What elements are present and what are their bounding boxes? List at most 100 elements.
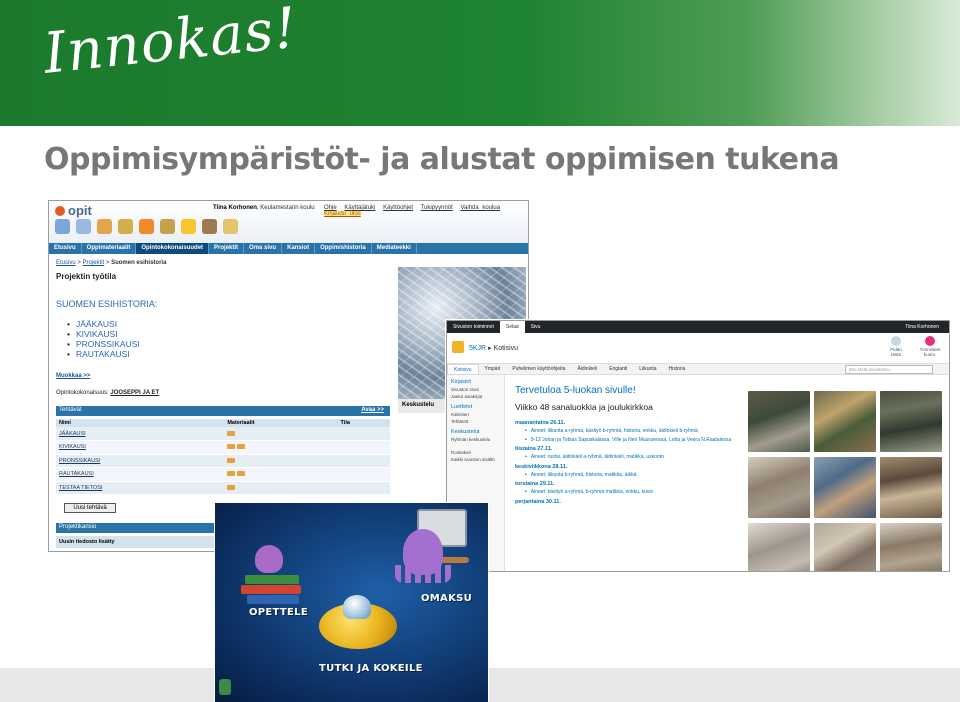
star-icon[interactable] [181,219,196,234]
sp-nav-item[interactable]: Englanti [603,366,633,372]
class-photo[interactable] [748,457,810,518]
opit-link-requests[interactable]: Tukipyynnöt [421,205,453,211]
class-photo[interactable] [748,523,810,571]
sp-tags-button[interactable]: Tunnisteet huom. [919,336,941,357]
table-row[interactable]: JÄÄKAUSI [56,427,390,441]
sp-nav-item[interactable]: Äidinkieli [571,366,603,372]
opit-tab-folders[interactable]: Kansiot [282,243,316,254]
tasks-table: Nimi Materiaalit Tila JÄÄKAUSI KIVIKAUSI P… [56,419,390,495]
tasks-open-link[interactable]: Avaa >> [361,407,384,413]
schedule-item: Aineet: liikunta a-ryhmä, käsityö b-ryhm… [525,428,740,435]
opit-tab-own-page[interactable]: Oma sivu [244,243,283,254]
notes-icon[interactable] [97,219,112,234]
class-photo[interactable] [814,457,876,518]
sp-nav-home[interactable]: Kotisivu [447,363,479,375]
sp-nav-item[interactable]: Puhelimen käyttöohjeita [506,366,571,372]
tools-icon[interactable] [160,219,175,234]
material-icon [227,471,236,477]
list-item[interactable]: JÄÄKAUSI [67,319,140,329]
quick-launch-heading[interactable]: Luettelot [447,400,504,411]
week-schedule: maanantaina 26.11. Aineet: liikunta a-ry… [515,417,740,507]
site-logo-icon [452,341,464,353]
table-row[interactable]: KIVIKAUSI [56,440,390,455]
opit-tab-media[interactable]: Mediateekki [372,243,417,254]
opit-side-panel[interactable]: Keskustelu [398,399,448,413]
breadcrumb-projects[interactable]: Projektit [83,260,105,266]
class-photo[interactable] [814,391,876,452]
class-photo[interactable] [814,523,876,571]
sp-tab-browse[interactable]: Selaa [499,321,525,333]
search-input[interactable]: Etsi tästä sivustosta... [845,365,933,374]
class-photo[interactable] [880,457,942,518]
adopt-option[interactable]: OMAKSU [421,593,472,604]
table-row[interactable]: PRONSSIKAUSI [56,454,390,468]
sp-ribbon: Sivuston toiminnot Selaa Sivu Tiina Korh… [447,321,949,333]
week-title: Viikko 48 sanaluokkia ja joulukirkkoa [515,402,653,412]
quick-launch-item[interactable]: Kalenteri [447,411,504,418]
opit-tab-projects[interactable]: Projektit [209,243,245,254]
tag-icon [925,336,935,346]
sp-nav-item[interactable]: Historia [663,366,692,372]
quick-launch-item[interactable]: Jaetut asiakirjat [447,393,504,400]
list-item[interactable]: KIVIKAUSI [67,329,140,339]
edit-link[interactable]: Muokkaa >> [56,373,90,379]
quick-launch-item[interactable]: Ryhmän keskustelu [447,436,504,443]
all-content-link[interactable]: Kaikki sivuston sisältö [447,456,504,463]
opit-tab-materials[interactable]: Oppimateriaalit [82,243,137,254]
quick-launch-item[interactable]: Tehtävät [447,418,504,425]
slide-title: Oppimisympäristöt- ja alustat oppimisen … [44,142,840,177]
opit-tab-courses[interactable]: Opintokokonaisuudet [136,243,210,254]
quick-launch-heading[interactable]: Kirjastot [447,375,504,386]
sp-tab-page[interactable]: Sivu [525,324,547,330]
sp-nav-item[interactable]: Liikunta [633,366,662,372]
sp-header: 5KJR ▸ Kotisivu Pidän tästä Tunnisteet h… [447,333,949,361]
class-photo[interactable] [880,523,942,571]
mail-icon[interactable] [55,219,70,234]
folder-icon[interactable] [202,219,217,234]
brand-logo: Innokas! [40,0,301,87]
opit-nav: Etusivu Oppimateriaalit Opintokokonaisuu… [49,243,528,254]
palette-icon[interactable] [139,219,154,234]
sp-user-menu[interactable]: Tiina Korhonen [899,324,949,330]
quick-launch-item[interactable]: Sivuston sivut [447,386,504,393]
sp-site-title: 5KJR ▸ Kotisivu [469,345,519,352]
table-row[interactable]: TESTAA TIETOSI [56,481,390,495]
sp-like-button[interactable]: Pidän tästä [885,336,907,357]
quick-launch-heading[interactable]: Keskustelut [447,425,504,436]
opit-tab-history[interactable]: Oppimishistoria [315,243,372,254]
opit-page-heading: Projektin työtila [56,272,117,281]
recycle-bin-link[interactable]: Roskakori [447,449,504,456]
opit-tab-home[interactable]: Etusivu [49,243,82,254]
opit-link-change-school[interactable]: Vaihda koulua [460,205,500,211]
breadcrumb: Etusivu > Projektit > Suomen esihistoria [56,260,167,266]
class-photo[interactable] [880,391,942,452]
learn-option[interactable]: OPETTELE [249,607,308,618]
class-photo[interactable] [748,391,810,452]
sp-nav-item[interactable]: Ympäri [479,366,507,372]
tasks-header: Tehtävät Avaa >> [56,406,390,416]
opit-user-info: Tiina Korhonen, Keulamestarin koulu [213,205,315,211]
opit-link-guide[interactable]: Käyttöohjet [383,205,413,211]
message-icon[interactable] [76,219,91,234]
new-task-button[interactable]: Uusi tehtävä [64,503,116,513]
sp-site-actions[interactable]: Sivuston toiminnot [447,324,500,330]
octopus-icon[interactable] [395,529,451,583]
opit-logo: opit [55,203,92,218]
scroll-handle[interactable] [219,679,231,695]
material-icon [227,457,236,463]
small-octopus-icon [255,545,283,573]
explore-option[interactable]: TUTKI JA KOKEILE [319,663,423,674]
list-item[interactable]: RAUTAKAUSI [67,349,140,359]
registered-icon[interactable] [223,219,238,234]
opit-toolbar [55,219,238,234]
opit-top-bar: opit Tiina Korhonen, Keulamestarin koulu… [49,201,528,243]
opit-link-logout[interactable]: Kirjaudu ulos [324,211,361,217]
material-icon [227,430,236,436]
photo-gallery [748,391,942,571]
table-row[interactable]: RAUTAKAUSI [56,467,390,482]
schedule-day: maanantaina 26.11. [515,420,566,426]
book-icon[interactable] [118,219,133,234]
schedule-item: Aineet: käsityö a-ryhmä, b-ryhmä matikka… [525,489,740,496]
breadcrumb-home[interactable]: Etusivu [56,260,76,266]
list-item[interactable]: PRONSSIKAUSI [67,339,140,349]
